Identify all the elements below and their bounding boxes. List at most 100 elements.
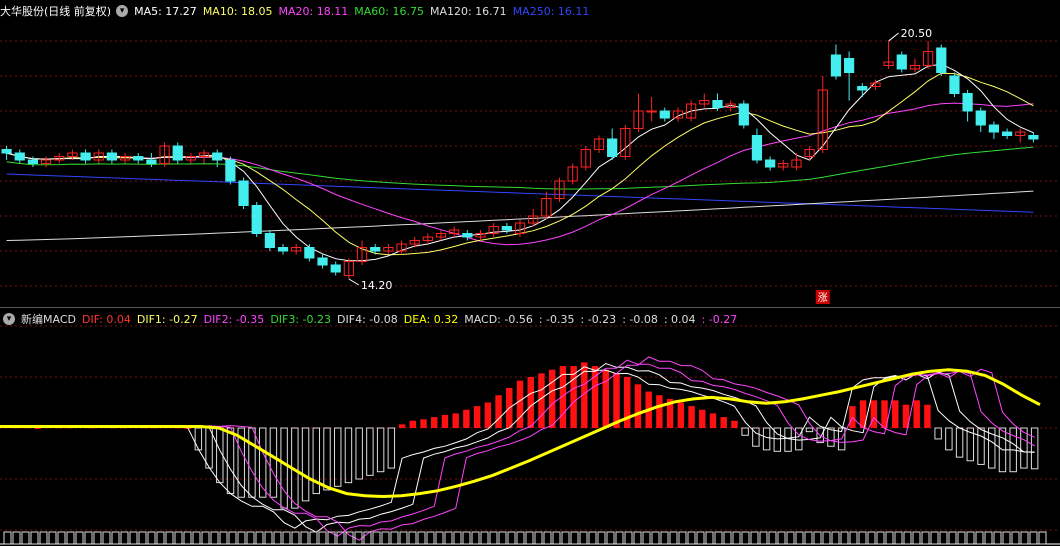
volume-tick xyxy=(858,531,867,545)
volume-tick xyxy=(642,531,651,545)
volume-tick xyxy=(948,531,957,545)
volume-tick xyxy=(282,531,291,545)
volume-tick xyxy=(3,531,12,545)
macd-sub-label-5: : -0.27 xyxy=(701,312,738,326)
volume-tick xyxy=(156,531,165,545)
dea-label: DEA: 0.32 xyxy=(403,312,459,326)
macd-bar xyxy=(366,427,374,476)
macd-bar xyxy=(591,366,599,428)
volume-tick xyxy=(183,531,192,545)
volume-tick xyxy=(93,531,102,545)
macd-bar xyxy=(924,404,931,428)
volume-tick xyxy=(273,531,282,545)
candle-body xyxy=(501,226,512,231)
macd-bar xyxy=(495,395,502,428)
macd-bar xyxy=(527,377,534,428)
volume-tick xyxy=(570,531,579,545)
macd-bar xyxy=(248,427,256,498)
volume-tick xyxy=(957,531,966,545)
macd-chart[interactable] xyxy=(0,308,1060,546)
macd-bar xyxy=(205,427,213,469)
volume-tick xyxy=(561,531,570,545)
macd-bar xyxy=(945,427,953,451)
volume-tick xyxy=(489,531,498,545)
volume-tick xyxy=(1002,531,1011,545)
macd-bar xyxy=(934,427,942,440)
volume-tick xyxy=(822,531,831,545)
dif4-label: DIF4: -0.08 xyxy=(337,312,398,326)
dif1-label: DIF1: -0.27 xyxy=(136,312,198,326)
volume-tick xyxy=(588,531,597,545)
volume-tick xyxy=(552,531,561,545)
macd-bar xyxy=(688,406,695,428)
macd-bar xyxy=(538,373,545,428)
macd-bar xyxy=(1030,427,1039,470)
volume-tick xyxy=(903,531,912,545)
candle-body xyxy=(133,156,144,161)
high-pointer xyxy=(888,32,899,42)
volume-tick xyxy=(129,531,138,545)
chart-settings-icon[interactable]: ▾ xyxy=(116,5,129,17)
volume-tick xyxy=(1038,531,1047,545)
volume-tick xyxy=(705,531,714,545)
ma5-label: MA5: 17.27 xyxy=(134,4,197,18)
candle-body xyxy=(765,159,776,168)
macd-bar xyxy=(441,414,449,428)
volume-tick xyxy=(408,531,417,545)
macd-bar xyxy=(977,427,985,465)
macd-bar xyxy=(709,413,717,428)
volume-tick xyxy=(615,531,624,545)
ma250-label: MA250: 16.11 xyxy=(512,4,590,18)
macd-bar xyxy=(720,417,727,428)
candle-body xyxy=(317,257,328,266)
macd-bar xyxy=(1020,427,1028,469)
candle-body xyxy=(1,149,12,154)
volume-tick xyxy=(75,531,84,545)
indicator-panel[interactable]: ▾ 新编MACD DIF: 0.04 DIF1: -0.27 DIF2: -0.… xyxy=(0,307,1060,546)
volume-tick xyxy=(939,531,948,545)
price-chart-panel[interactable]: 20.50 14.20 涨 大华股份(日线 前复权) ▾ MA5: 17.27 MA… xyxy=(0,0,1060,306)
dif-label: DIF: 0.04 xyxy=(81,312,131,326)
macd-bar xyxy=(602,369,609,428)
candle-body xyxy=(14,152,25,161)
macd-bar xyxy=(387,427,396,469)
volume-tick xyxy=(372,531,381,545)
volume-tick xyxy=(309,531,318,545)
candle-body xyxy=(659,110,670,119)
dif3-label: DIF3: -0.23 xyxy=(270,312,332,326)
candle-body xyxy=(462,233,473,238)
macd-sub-label-2: : -0.23 xyxy=(580,312,617,326)
volume-tick xyxy=(237,531,246,545)
price-chart[interactable]: 20.50 14.20 涨 xyxy=(0,0,1060,306)
candle-body xyxy=(251,205,262,234)
macd-bar xyxy=(280,427,288,509)
candle-body xyxy=(988,124,1000,133)
macd-bar xyxy=(795,427,803,451)
volume-tick xyxy=(120,531,129,545)
volume-tick xyxy=(723,531,732,545)
volume-tick xyxy=(21,531,30,545)
indicator-legend: ▾ 新编MACD DIF: 0.04 DIF1: -0.27 DIF2: -0.… xyxy=(0,311,743,327)
candle-body xyxy=(1001,131,1013,136)
volume-tick xyxy=(453,531,462,545)
volume-tick xyxy=(201,531,210,545)
volume-tick xyxy=(255,531,264,545)
volume-tick xyxy=(219,531,228,545)
volume-tick xyxy=(84,531,93,545)
volume-tick xyxy=(993,531,1002,545)
volume-tick xyxy=(300,531,309,545)
macd-bar xyxy=(420,419,427,428)
candle-body xyxy=(172,145,183,161)
ma250-line xyxy=(6,173,1034,213)
macd-bar xyxy=(301,427,310,502)
macd-bar xyxy=(548,369,556,428)
volume-tick xyxy=(426,531,435,545)
candle-body xyxy=(106,152,118,161)
candle-body xyxy=(1028,135,1039,140)
volume-tick xyxy=(462,531,471,545)
volume-tick xyxy=(984,531,993,545)
volume-tick xyxy=(840,531,849,545)
candle-body xyxy=(212,152,223,161)
candle-body xyxy=(857,86,868,91)
indicator-settings-icon[interactable]: ▾ xyxy=(3,313,15,325)
